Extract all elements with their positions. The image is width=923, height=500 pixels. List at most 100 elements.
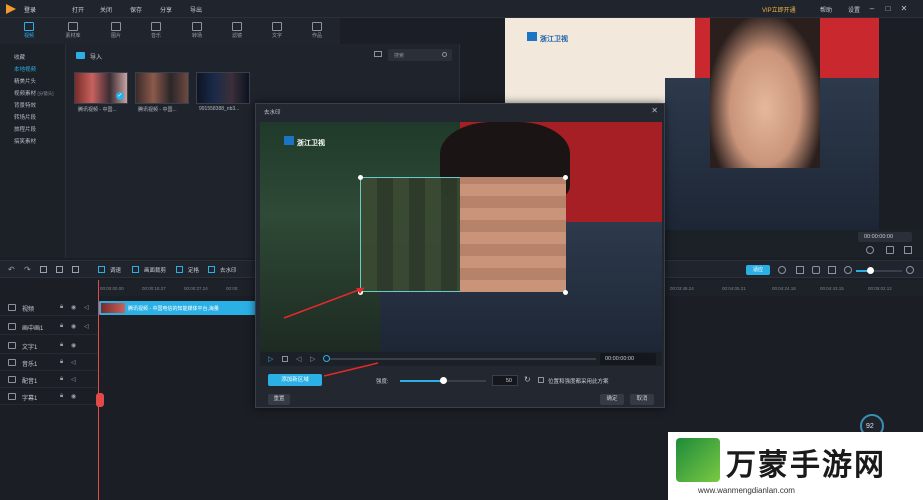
tool-music[interactable]: 音乐	[141, 20, 171, 42]
media-thumbnail-1[interactable]: ✓	[74, 72, 128, 104]
sidebar-item-bg-effects[interactable]: 背景特效	[14, 101, 36, 109]
lock-icon[interactable]: 🔒︎	[60, 323, 63, 330]
speaker-icon[interactable]: ◁	[71, 376, 76, 383]
lock-icon[interactable]: 🔒︎	[60, 342, 63, 349]
lock-icon[interactable]: 🔒︎	[60, 304, 63, 311]
tool-image[interactable]: 图片	[101, 20, 131, 42]
intensity-slider[interactable]	[400, 377, 486, 384]
tool-library[interactable]: 素材库	[58, 20, 88, 42]
crop-icon[interactable]	[72, 266, 79, 273]
stop-icon[interactable]	[282, 356, 288, 362]
sidebar-item-transition-clips[interactable]: 转场片段	[14, 113, 36, 121]
close-icon[interactable]: ✕	[898, 3, 910, 15]
remove-watermark-button[interactable]: 去水印	[220, 266, 237, 274]
folder-icon[interactable]	[76, 52, 85, 59]
eye-icon[interactable]: ◉	[71, 304, 76, 311]
grid-view-icon[interactable]	[374, 51, 382, 57]
speaker-icon[interactable]: ◁	[71, 359, 76, 366]
play-icon[interactable]: ▷	[268, 355, 273, 363]
snapshot-icon[interactable]	[886, 246, 894, 254]
resize-handle-tr[interactable]	[563, 175, 568, 180]
resize-handle-br[interactable]	[563, 290, 568, 295]
track-video[interactable]: 视频 🔒︎ ◉ ◁	[0, 299, 98, 316]
media-thumbnail-3[interactable]	[196, 72, 250, 104]
sidebar-item-video-assets[interactable]: 视频素材 [分镜头]	[14, 89, 54, 97]
track-subtitle[interactable]: 字幕1 🔒︎ ◉	[0, 388, 98, 405]
eye-icon[interactable]: ◉	[71, 342, 76, 349]
import-button[interactable]: 导入	[90, 52, 102, 61]
sidebar-item-funny-assets[interactable]: 搞笑素材	[14, 137, 36, 145]
freeze-button[interactable]: 定格	[188, 266, 199, 274]
tool-transition[interactable]: 转场	[182, 20, 212, 42]
next-frame-icon[interactable]: ▷	[310, 355, 315, 363]
tool-works[interactable]: 作品	[302, 20, 332, 42]
track-text[interactable]: 文字1 🔒︎ ◉	[0, 337, 98, 354]
help-button[interactable]: 帮助	[820, 5, 832, 14]
speaker-icon[interactable]: ◁	[84, 304, 89, 311]
tool-video[interactable]: 视频	[14, 20, 44, 42]
intensity-slider-handle[interactable]	[440, 377, 447, 384]
track-pip[interactable]: 画中画1 🔒︎ ◉ ◁	[0, 318, 98, 335]
lock-icon[interactable]: 🔒︎	[60, 393, 63, 400]
cancel-button[interactable]: 取消	[630, 394, 654, 405]
sidebar-item-intro[interactable]: 精美片头	[14, 77, 36, 85]
resize-handle-tl[interactable]	[358, 175, 363, 180]
lock-icon[interactable]: 🔒︎	[60, 359, 63, 366]
reset-button[interactable]: 重置	[268, 394, 290, 405]
menu-share[interactable]: 分享	[160, 5, 172, 14]
search-icon[interactable]	[442, 52, 447, 57]
fit-button[interactable]: 适应	[746, 265, 770, 275]
sidebar-item-travel-clips[interactable]: 旅程片段	[14, 125, 36, 133]
track-music[interactable]: 音乐1 🔒︎ ◁	[0, 354, 98, 371]
add-new-area-button[interactable]: 添加新区域	[268, 374, 322, 386]
snap-icon[interactable]	[796, 266, 804, 274]
sidebar-item-favorites[interactable]: 收藏	[14, 53, 25, 61]
split-icon[interactable]	[56, 266, 63, 273]
maximize-icon[interactable]: □	[882, 3, 894, 15]
speaker-icon[interactable]: ◁	[84, 323, 89, 330]
loop-icon[interactable]	[778, 266, 786, 274]
redo-icon[interactable]: ↷	[24, 265, 31, 274]
track-voiceover[interactable]: 配音1 🔒︎ ◁	[0, 371, 98, 388]
crop-frame-button[interactable]: 画面裁剪	[144, 266, 166, 274]
menu-export[interactable]: 导出	[190, 5, 202, 14]
delete-icon[interactable]	[40, 266, 47, 273]
fullscreen-icon[interactable]	[904, 246, 912, 254]
minimize-icon[interactable]: –	[866, 3, 878, 15]
eye-icon[interactable]: ◉	[71, 323, 76, 330]
search-input[interactable]: 搜索	[388, 49, 452, 61]
intensity-input[interactable]: 50	[492, 375, 518, 386]
zoom-slider[interactable]	[856, 267, 902, 274]
speed-button[interactable]: 调速	[110, 266, 121, 274]
volume-icon[interactable]	[866, 246, 874, 254]
dialog-close-icon[interactable]: ✕	[651, 106, 658, 115]
menu-open[interactable]: 打开	[72, 5, 84, 14]
confirm-button[interactable]: 确定	[600, 394, 624, 405]
tool-text[interactable]: 文字	[262, 20, 292, 42]
prev-frame-icon[interactable]: ◁	[296, 355, 301, 363]
menu-close[interactable]: 关闭	[100, 5, 112, 14]
works-icon	[312, 22, 322, 31]
zoom-slider-handle[interactable]	[867, 267, 874, 274]
filter-icon	[232, 22, 242, 31]
apply-all-label: 位置和强度都采用此方案	[548, 379, 609, 385]
video-clip[interactable]: 腾讯视频 - 中国电信的知能媒体平台,海量	[99, 301, 259, 315]
menu-save[interactable]: 保存	[130, 5, 142, 14]
sidebar-item-local-video[interactable]: 本地视频	[14, 65, 36, 73]
ruler-tick: 00:03:48.24	[670, 286, 694, 291]
apply-all-checkbox[interactable]	[538, 377, 544, 383]
tool-filter[interactable]: 滤镜	[222, 20, 252, 42]
media-thumbnail-2[interactable]	[135, 72, 189, 104]
lock-icon[interactable]: 🔒︎	[60, 376, 63, 383]
login-button[interactable]: 登录	[24, 5, 36, 14]
undo-icon[interactable]: ↶	[8, 265, 15, 274]
vip-button[interactable]: VIP立即开通	[762, 5, 796, 14]
zoom-in-icon[interactable]	[906, 266, 914, 274]
eye-icon[interactable]: ◉	[71, 393, 76, 400]
settings-button[interactable]: 设置	[848, 5, 860, 14]
zoom-out-icon[interactable]	[844, 266, 852, 274]
reset-intensity-icon[interactable]: ↻	[524, 375, 531, 384]
shield-icon[interactable]	[812, 266, 820, 274]
music-track-icon	[8, 359, 16, 366]
marker-icon[interactable]	[828, 266, 836, 274]
